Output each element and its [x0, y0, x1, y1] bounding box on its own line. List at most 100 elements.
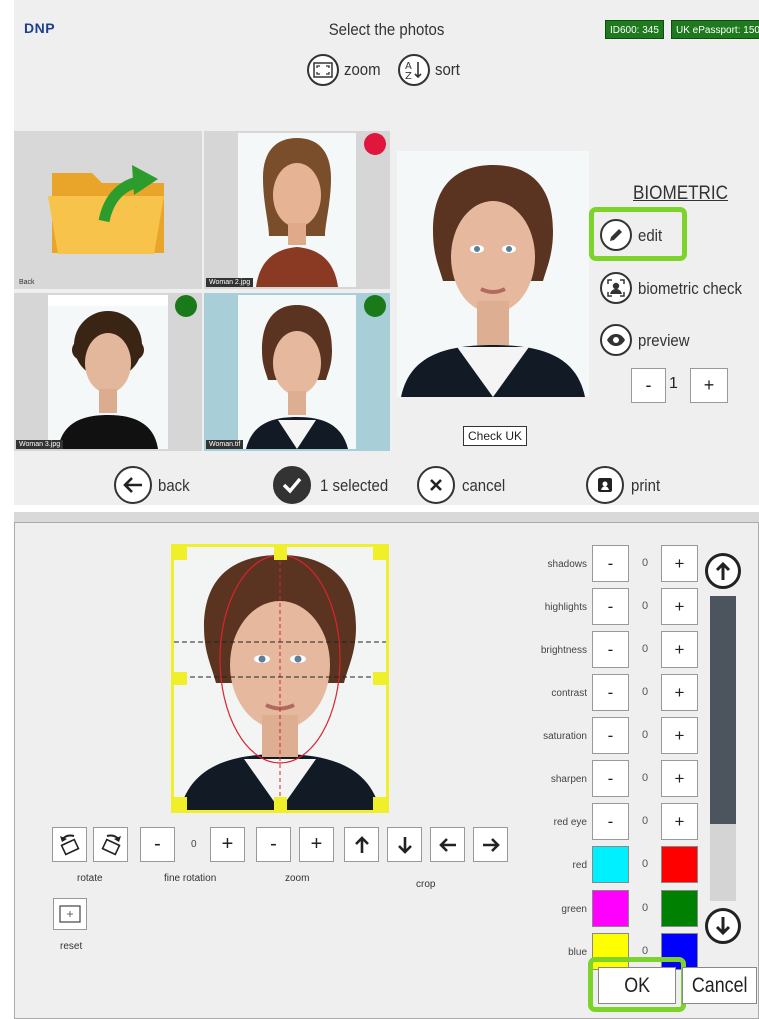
- saturation-increment-button[interactable]: +: [661, 717, 698, 754]
- selected-indicator: [273, 466, 311, 504]
- crop-handle-top[interactable]: [274, 547, 287, 560]
- adjustment-value: 0: [641, 772, 649, 784]
- zoom-out-button[interactable]: -: [256, 827, 291, 862]
- rotate-right-button[interactable]: [93, 827, 128, 862]
- green-increase-swatch[interactable]: [661, 890, 698, 927]
- highlights-decrement-button[interactable]: -: [592, 588, 629, 625]
- quantity-decrement-button[interactable]: -: [631, 368, 666, 403]
- red-eye-increment-button[interactable]: +: [661, 803, 698, 840]
- arrow-left-icon: [123, 477, 142, 493]
- crop-right-button[interactable]: [473, 827, 508, 862]
- scrollbar-thumb[interactable]: [710, 596, 736, 824]
- arrow-down-icon: [715, 917, 731, 936]
- zoom-button[interactable]: [307, 54, 339, 86]
- ok-button[interactable]: OK: [598, 967, 676, 1004]
- preview-button[interactable]: [600, 324, 632, 356]
- quantity-increment-button[interactable]: +: [690, 368, 728, 403]
- brightness-decrement-button[interactable]: -: [592, 631, 629, 668]
- fine-rotation-value: 0: [191, 839, 197, 850]
- sharpen-decrement-button[interactable]: -: [592, 760, 629, 797]
- crop-handle-bottom-left[interactable]: [174, 797, 187, 810]
- zoom-label: zoom: [344, 60, 381, 79]
- tile-name: Woman 2.jpg: [206, 278, 254, 287]
- crop-handle-left[interactable]: [174, 672, 187, 685]
- photo-tile-woman-selected[interactable]: Woman.tif: [204, 293, 390, 451]
- selected-photo-preview: [397, 151, 589, 397]
- back-folder-tile[interactable]: Back: [14, 131, 202, 289]
- pencil-icon: [610, 229, 622, 241]
- brightness-increment-button[interactable]: +: [661, 631, 698, 668]
- color-label: red: [572, 860, 587, 871]
- red-increase-swatch[interactable]: [661, 846, 698, 883]
- checkmark-icon: [282, 477, 302, 494]
- quantity-value: 1: [669, 375, 678, 392]
- adjustment-label: red eye: [553, 817, 587, 828]
- rotate-right-icon: [100, 834, 121, 856]
- fine-rotation-increment-button[interactable]: +: [210, 827, 245, 862]
- edit-button[interactable]: [600, 219, 632, 251]
- reset-frame-icon: [59, 905, 81, 923]
- fine-rotation-decrement-button[interactable]: -: [140, 827, 175, 862]
- crop-handle-top-right[interactable]: [373, 547, 386, 560]
- photo-tile-woman-3[interactable]: Woman 3.jpg: [14, 293, 202, 451]
- check-uk-button[interactable]: Check UK: [463, 426, 528, 446]
- photo-tile-woman-2[interactable]: Woman 2.jpg: [204, 131, 390, 289]
- back-button[interactable]: [114, 466, 152, 504]
- photo-thumbnail: [238, 133, 356, 287]
- color-label: green: [561, 904, 587, 915]
- crop-handle-right[interactable]: [373, 672, 386, 685]
- adjustment-value: 0: [641, 557, 649, 569]
- photo-thumbnail: [238, 295, 356, 449]
- scroll-up-button[interactable]: [705, 553, 741, 589]
- contrast-decrement-button[interactable]: -: [592, 674, 629, 711]
- red-eye-decrement-button[interactable]: -: [592, 803, 629, 840]
- print-label: print: [631, 476, 661, 495]
- close-icon: [430, 479, 442, 491]
- crop-down-button[interactable]: [387, 827, 422, 862]
- biometric-check-button[interactable]: [600, 272, 632, 304]
- crop-caption: crop: [416, 879, 436, 890]
- sort-button[interactable]: A Z: [398, 54, 430, 86]
- crop-handle-bottom-right[interactable]: [373, 797, 386, 810]
- arrow-up-icon: [354, 835, 369, 853]
- color-label: blue: [568, 947, 587, 958]
- red-decrease-swatch[interactable]: [592, 846, 629, 883]
- zoom-in-button[interactable]: +: [299, 827, 334, 862]
- saturation-decrement-button[interactable]: -: [592, 717, 629, 754]
- adjustment-label: shadows: [547, 559, 587, 570]
- selected-count-label: 1 selected: [320, 476, 389, 495]
- adjustment-value: 0: [641, 815, 649, 827]
- cancel-button[interactable]: Cancel: [682, 967, 757, 1004]
- adjustment-value: 0: [641, 686, 649, 698]
- rotate-left-button[interactable]: [52, 827, 87, 862]
- crop-handle-bottom[interactable]: [274, 797, 287, 810]
- print-button[interactable]: [586, 466, 624, 504]
- crop-up-button[interactable]: [344, 827, 379, 862]
- crop-left-button[interactable]: [430, 827, 465, 862]
- sharpen-increment-button[interactable]: +: [661, 760, 698, 797]
- crop-frame[interactable]: [171, 544, 389, 813]
- eye-icon: [607, 334, 625, 346]
- printer-badge-id600: ID600: 345: [605, 20, 664, 39]
- green-decrease-swatch[interactable]: [592, 890, 629, 927]
- cancel-selection-button[interactable]: [417, 466, 455, 504]
- status-dot-red: [364, 133, 386, 155]
- crop-handle-top-left[interactable]: [174, 547, 187, 560]
- color-value: 0: [641, 902, 649, 914]
- zoom-icon: [313, 62, 333, 78]
- adjustment-label: sharpen: [550, 774, 587, 785]
- reset-button[interactable]: [53, 898, 87, 930]
- face-scan-icon: [607, 279, 625, 297]
- contrast-increment-button[interactable]: +: [661, 674, 698, 711]
- printer-badge-uk-epassport: UK ePassport: 1500: [671, 20, 759, 39]
- highlights-increment-button[interactable]: +: [661, 588, 698, 625]
- back-label: back: [158, 476, 190, 495]
- tile-name: Woman 3.jpg: [16, 440, 64, 449]
- shadows-increment-button[interactable]: +: [661, 545, 698, 582]
- shadows-decrement-button[interactable]: -: [592, 545, 629, 582]
- edit-dialog: - 0 + - + rotate fine rotation zoom crop…: [14, 522, 759, 1019]
- scroll-down-button[interactable]: [705, 908, 741, 944]
- adjustment-value: 0: [641, 643, 649, 655]
- portrait-print-icon: [598, 478, 612, 492]
- rotate-left-icon: [59, 834, 80, 856]
